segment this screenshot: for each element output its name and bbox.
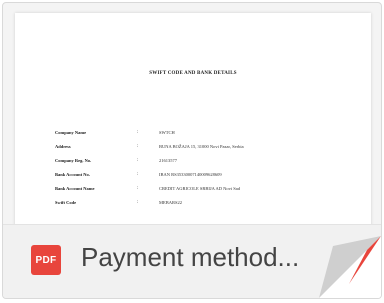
details-table: Company Name : SWTCH Address : BUNA BOŽA… (55, 125, 355, 209)
row-value: IBAN RS35330007140009628609 (159, 171, 222, 177)
document-title: SWIFT CODE AND BANK DETAILS (149, 71, 237, 76)
page-curl-icon (319, 236, 381, 298)
table-row: Bank Account Name : CREDIT AGRICOLE SRBI… (55, 181, 355, 195)
row-label: Bank Account Name (55, 185, 95, 191)
row-label: Company Name (55, 129, 87, 135)
row-value: CREDIT AGRICOLE SRBIJA AD Novi Sad (159, 185, 241, 191)
pdf-icon: PDF (31, 245, 61, 275)
row-label: Company Reg. No. (55, 157, 92, 163)
row-separator: : (137, 171, 139, 177)
table-row: Swift Code : MEBARS22 (55, 195, 355, 209)
table-row: Bank Account No. : IBAN RS35330007140009… (55, 167, 355, 181)
file-name[interactable]: Payment method... (81, 242, 299, 273)
row-value: SWTCH (159, 129, 175, 135)
table-row: Address : BUNA BOŽAJA 15, 31000 Novi Paz… (55, 139, 355, 153)
file-attachment-card[interactable]: SWIFT CODE AND BANK DETAILS Company Name… (2, 2, 382, 299)
row-separator: : (137, 143, 139, 149)
row-label: Bank Account No. (55, 171, 90, 177)
table-row: Company Name : SWTCH (55, 125, 355, 139)
row-separator: : (137, 185, 139, 191)
table-row: Company Reg. No. : 21613577 (55, 153, 355, 167)
row-value: MEBARS22 (159, 199, 183, 205)
row-separator: : (137, 157, 139, 163)
row-separator: : (137, 199, 139, 205)
row-label: Address (55, 143, 71, 149)
row-separator: : (137, 129, 139, 135)
row-value: 21613577 (159, 157, 177, 163)
row-value: BUNA BOŽAJA 15, 31000 Novi Pazar, Serbia (159, 143, 244, 149)
row-label: Swift Code (55, 199, 77, 205)
